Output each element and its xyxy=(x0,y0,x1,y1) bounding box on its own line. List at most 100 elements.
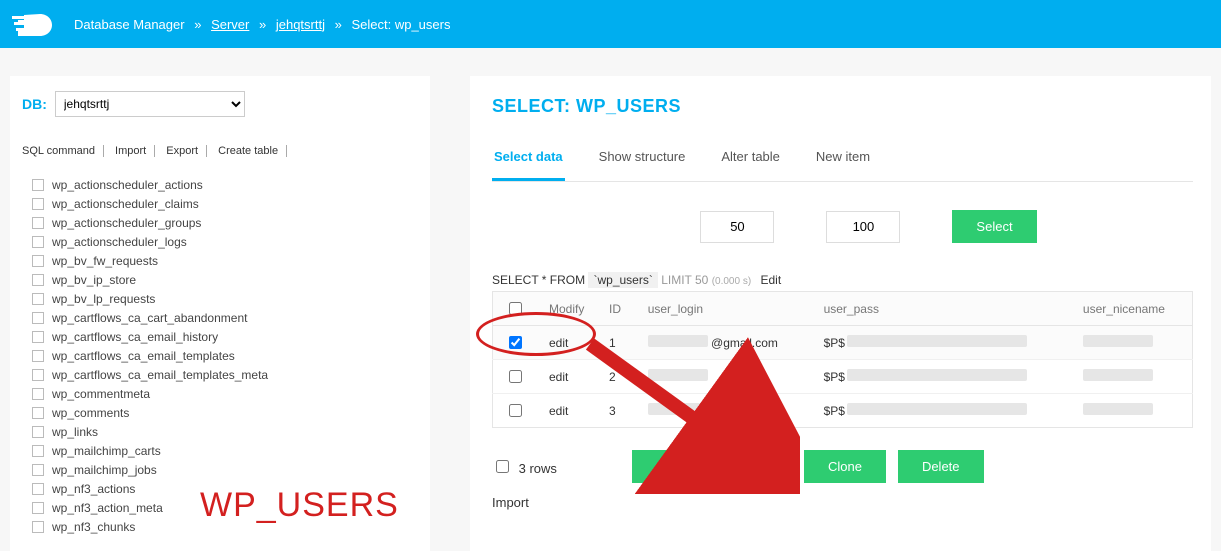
breadcrumb-db[interactable]: jehqtsrttj xyxy=(276,17,325,32)
row-user-login xyxy=(636,394,812,428)
edit-query-link[interactable]: Edit xyxy=(761,273,782,287)
table-icon xyxy=(32,521,44,533)
logo-icon xyxy=(10,10,54,38)
sidebar: DB: jehqtsrttj SQL command Import Export… xyxy=(10,76,430,551)
table-icon xyxy=(32,407,44,419)
table-icon xyxy=(32,426,44,438)
table-link[interactable]: wp_mailchimp_jobs xyxy=(22,460,418,479)
edit-button[interactable]: Edit xyxy=(722,450,792,483)
table-icon xyxy=(32,236,44,248)
page-title: SELECT: WP_USERS xyxy=(492,96,1193,117)
table-icon xyxy=(32,331,44,343)
table-icon xyxy=(32,502,44,514)
db-tools: SQL command Import Export Create table xyxy=(22,145,418,157)
col-user-login[interactable]: user_login xyxy=(636,292,812,326)
main-panel: SELECT: WP_USERS Select data Show struct… xyxy=(470,76,1211,551)
breadcrumb-server[interactable]: Server xyxy=(211,17,249,32)
col-modify[interactable]: Modify xyxy=(537,292,597,326)
table-row: edit3 $P$ xyxy=(493,394,1193,428)
row-checkbox[interactable] xyxy=(509,370,522,383)
row-user-nicename xyxy=(1071,394,1193,428)
table-link[interactable]: wp_comments xyxy=(22,403,418,422)
row-user-login: @gmail.com xyxy=(636,326,812,360)
save-button[interactable]: Save xyxy=(632,450,710,483)
db-label: DB: xyxy=(22,96,47,112)
delete-button[interactable]: Delete xyxy=(898,450,984,483)
tab-select-data[interactable]: Select data xyxy=(492,149,565,181)
table-link[interactable]: wp_links xyxy=(22,422,418,441)
table-icon xyxy=(32,179,44,191)
table-link[interactable]: wp_nf3_action_meta xyxy=(22,498,418,517)
select-button[interactable]: Select xyxy=(952,210,1036,243)
rows-count-label[interactable]: 3 rows xyxy=(492,457,557,476)
col-id[interactable]: ID xyxy=(597,292,636,326)
table-link[interactable]: wp_nf3_actions xyxy=(22,479,418,498)
table-icon xyxy=(32,350,44,362)
table-link[interactable]: wp_cartflows_ca_cart_abandonment xyxy=(22,308,418,327)
table-link[interactable]: wp_mailchimp_carts xyxy=(22,441,418,460)
tabs: Select data Show structure Alter table N… xyxy=(492,149,1193,182)
data-table: Modify ID user_login user_pass user_nice… xyxy=(492,291,1193,428)
row-user-pass: $P$ xyxy=(812,394,1071,428)
table-icon xyxy=(32,445,44,457)
table-icon xyxy=(32,483,44,495)
table-icon xyxy=(32,464,44,476)
row-edit-link[interactable]: edit xyxy=(537,326,597,360)
tool-sql-command[interactable]: SQL command xyxy=(22,145,104,157)
breadcrumb: Database Manager » Server » jehqtsrttj »… xyxy=(74,17,450,32)
table-row: edit2 $P$ xyxy=(493,360,1193,394)
topbar: Database Manager » Server » jehqtsrttj »… xyxy=(0,0,1221,48)
row-id: 1 xyxy=(597,326,636,360)
tool-create-table[interactable]: Create table xyxy=(210,145,287,157)
table-icon xyxy=(32,312,44,324)
row-edit-link[interactable]: edit xyxy=(537,360,597,394)
table-link[interactable]: wp_cartflows_ca_email_templates_meta xyxy=(22,365,418,384)
table-link[interactable]: wp_bv_fw_requests xyxy=(22,251,418,270)
db-select[interactable]: jehqtsrttj xyxy=(55,91,245,117)
breadcrumb-current: Select: wp_users xyxy=(351,17,450,32)
table-icon xyxy=(32,388,44,400)
col-user-pass[interactable]: user_pass xyxy=(812,292,1071,326)
tool-import[interactable]: Import xyxy=(107,145,155,157)
table-link[interactable]: wp_actionscheduler_logs xyxy=(22,232,418,251)
table-icon xyxy=(32,274,44,286)
table-row: edit1 @gmail.com$P$ xyxy=(493,326,1193,360)
tab-alter-table[interactable]: Alter table xyxy=(719,149,782,181)
clone-button[interactable]: Clone xyxy=(804,450,886,483)
limit-input-1[interactable] xyxy=(700,211,774,243)
row-user-login xyxy=(636,360,812,394)
row-user-pass: $P$ xyxy=(812,326,1071,360)
table-link[interactable]: wp_bv_ip_store xyxy=(22,270,418,289)
table-icon xyxy=(32,293,44,305)
row-user-pass: $P$ xyxy=(812,360,1071,394)
table-link[interactable]: wp_actionscheduler_actions xyxy=(22,175,418,194)
rows-count-checkbox[interactable] xyxy=(496,460,509,473)
table-link[interactable]: wp_actionscheduler_claims xyxy=(22,194,418,213)
tool-export[interactable]: Export xyxy=(158,145,207,157)
row-user-nicename xyxy=(1071,360,1193,394)
row-edit-link[interactable]: edit xyxy=(537,394,597,428)
tab-show-structure[interactable]: Show structure xyxy=(597,149,688,181)
row-id: 3 xyxy=(597,394,636,428)
table-link[interactable]: wp_actionscheduler_groups xyxy=(22,213,418,232)
table-link[interactable]: wp_cartflows_ca_email_templates xyxy=(22,346,418,365)
row-id: 2 xyxy=(597,360,636,394)
table-icon xyxy=(32,217,44,229)
row-checkbox[interactable] xyxy=(509,404,522,417)
table-link[interactable]: wp_bv_lp_requests xyxy=(22,289,418,308)
table-link[interactable]: wp_nf3_chunks xyxy=(22,517,418,536)
table-icon xyxy=(32,369,44,381)
row-user-nicename xyxy=(1071,326,1193,360)
col-user-nicename[interactable]: user_nicename xyxy=(1071,292,1193,326)
row-checkbox[interactable] xyxy=(509,336,522,349)
select-all-checkbox[interactable] xyxy=(509,302,522,315)
table-link[interactable]: wp_cartflows_ca_email_history xyxy=(22,327,418,346)
breadcrumb-root: Database Manager xyxy=(74,17,185,32)
tables-list: wp_actionscheduler_actionswp_actionsched… xyxy=(22,175,418,536)
table-icon xyxy=(32,255,44,267)
table-link[interactable]: wp_commentmeta xyxy=(22,384,418,403)
query-description: SELECT * FROM `wp_users` LIMIT 50 (0.000… xyxy=(492,273,1193,287)
tab-new-item[interactable]: New item xyxy=(814,149,872,181)
limit-input-2[interactable] xyxy=(826,211,900,243)
import-label[interactable]: Import xyxy=(492,495,1193,510)
